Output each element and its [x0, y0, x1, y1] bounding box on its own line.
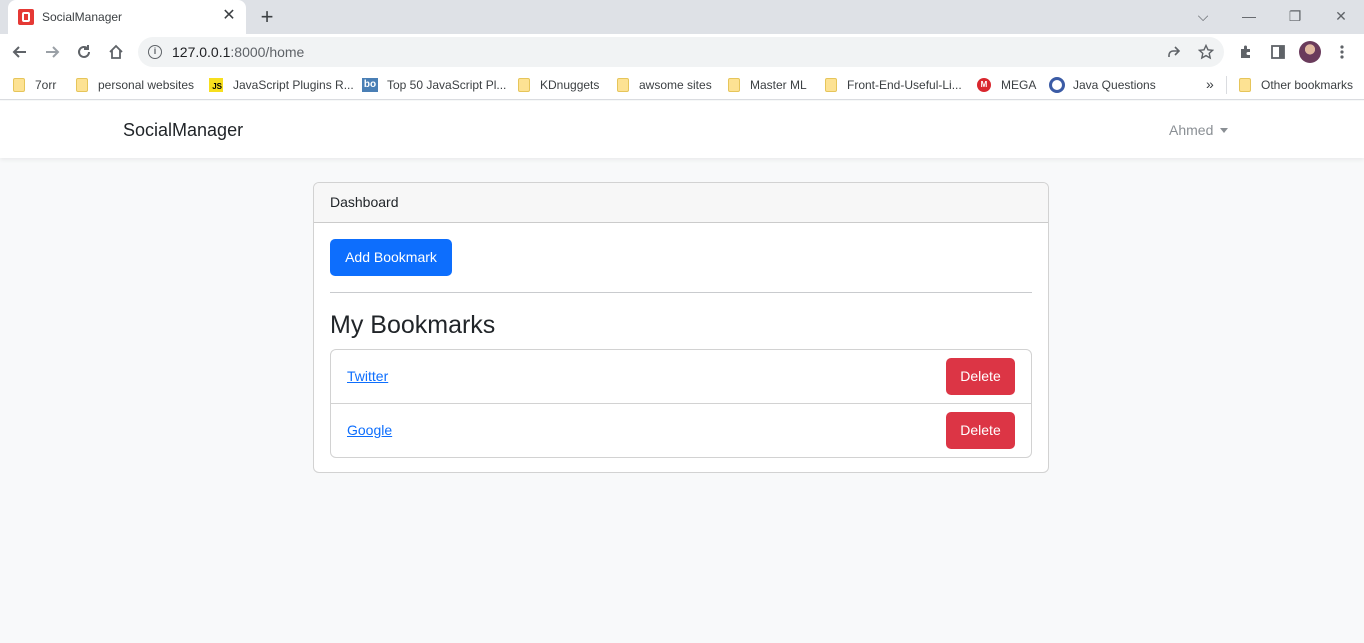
- extensions-icon[interactable]: [1232, 38, 1260, 66]
- bookmark-javascript-plugins[interactable]: JS JavaScript Plugins R...: [209, 77, 354, 93]
- site-favicon-icon: [18, 9, 34, 25]
- tab-title: SocialManager: [42, 10, 123, 24]
- home-icon[interactable]: [102, 38, 130, 66]
- bookmark-front-end-useful[interactable]: Front-End-Useful-Li...: [825, 77, 962, 93]
- back-arrow-icon[interactable]: [6, 38, 34, 66]
- js-icon: JS: [209, 78, 223, 92]
- bookmark-7orr[interactable]: 7orr: [13, 77, 56, 93]
- url-path: :8000/home: [230, 44, 305, 60]
- caret-down-icon: [1220, 127, 1229, 133]
- bookmark-label: KDnuggets: [540, 78, 600, 92]
- bookmark-label: Other bookmarks: [1261, 78, 1354, 92]
- folder-icon: [728, 78, 740, 92]
- url-text: 127.0.0.1:8000/home: [172, 44, 304, 60]
- close-tab-icon[interactable]: ✕: [220, 7, 238, 25]
- restore-button[interactable]: ❐: [1272, 5, 1318, 27]
- bookmark-list: Twitter Delete Google Delete: [330, 349, 1032, 458]
- bookmark-master-ml[interactable]: Master ML: [728, 77, 807, 93]
- close-window-button[interactable]: ✕: [1318, 5, 1364, 27]
- add-bookmark-button[interactable]: Add Bookmark: [330, 239, 452, 276]
- tab-strip: SocialManager ✕ + ⌵ — ❐ ✕: [0, 0, 1364, 34]
- folder-icon: [617, 78, 629, 92]
- bookmark-label: awsome sites: [639, 78, 712, 92]
- bookmarks-divider: [1226, 76, 1227, 94]
- divider: [330, 292, 1032, 293]
- bookmark-mega[interactable]: M MEGA: [977, 77, 1036, 93]
- profile-avatar[interactable]: [1299, 41, 1321, 63]
- bookmark-label: JavaScript Plugins R...: [233, 78, 354, 92]
- side-panel-icon[interactable]: [1264, 38, 1292, 66]
- bookmark-link-google[interactable]: Google: [347, 422, 392, 438]
- bookmark-label: Master ML: [750, 78, 807, 92]
- list-item: Google Delete: [331, 404, 1031, 457]
- folder-icon: [1239, 78, 1251, 92]
- bookmark-label: Top 50 JavaScript Pl...: [387, 78, 507, 92]
- delete-button[interactable]: Delete: [946, 358, 1015, 395]
- bookmark-label: MEGA: [1001, 78, 1037, 92]
- page-content: SocialManager Ahmed Dashboard Add Bookma…: [0, 101, 1364, 643]
- delete-button[interactable]: Delete: [946, 412, 1015, 449]
- user-name: Ahmed: [1169, 122, 1214, 138]
- bookmark-java-questions[interactable]: Java Questions: [1049, 77, 1156, 93]
- browser-toolbar: i 127.0.0.1:8000/home: [0, 34, 1364, 70]
- user-dropdown[interactable]: Ahmed: [1169, 122, 1229, 138]
- url-host: 127.0.0.1: [172, 44, 231, 60]
- forward-arrow-icon[interactable]: [38, 38, 66, 66]
- folder-icon: [825, 78, 837, 92]
- folder-icon: [76, 78, 88, 92]
- bookmark-label: 7orr: [35, 78, 57, 92]
- bookmark-label: Java Questions: [1073, 78, 1156, 92]
- navbar-brand[interactable]: SocialManager: [123, 120, 243, 141]
- menu-dots-icon[interactable]: [1328, 38, 1356, 66]
- mega-icon: M: [977, 78, 991, 92]
- bookmark-link-twitter[interactable]: Twitter: [347, 368, 388, 384]
- bookmark-label: personal websites: [98, 78, 195, 92]
- bookmarks-bar: 7orr personal websites JS JavaScript Plug…: [0, 70, 1364, 100]
- folder-icon: [518, 78, 530, 92]
- address-bar[interactable]: i 127.0.0.1:8000/home: [138, 37, 1224, 67]
- card-body: Add Bookmark My Bookmarks Twitter Delete…: [314, 223, 1048, 472]
- bookmark-awsome-sites[interactable]: awsome sites: [617, 77, 712, 93]
- bookmark-kdnuggets[interactable]: KDnuggets: [518, 77, 599, 93]
- browser-tab[interactable]: SocialManager ✕: [8, 0, 246, 34]
- more-bookmarks-chevron-icon[interactable]: »: [1206, 76, 1214, 92]
- new-tab-button[interactable]: +: [256, 6, 278, 28]
- bookmark-personal-websites[interactable]: personal websites: [76, 77, 194, 93]
- app-navbar: SocialManager Ahmed: [0, 101, 1364, 158]
- list-item: Twitter Delete: [331, 350, 1031, 404]
- minimize-button[interactable]: —: [1226, 5, 1272, 27]
- bookmark-top-50-javascript[interactable]: bo Top 50 JavaScript Pl...: [362, 77, 506, 93]
- bookmark-label: Front-End-Useful-Li...: [847, 78, 962, 92]
- bo-icon: bo: [362, 78, 378, 92]
- tab-search-icon[interactable]: ⌵: [1180, 5, 1226, 27]
- other-bookmarks[interactable]: Other bookmarks: [1239, 77, 1353, 93]
- site-info-icon[interactable]: i: [148, 45, 162, 59]
- card-header: Dashboard: [314, 183, 1048, 223]
- share-icon[interactable]: [1160, 38, 1188, 66]
- section-title: My Bookmarks: [330, 311, 496, 339]
- folder-icon: [13, 78, 25, 92]
- dashboard-card: Dashboard Add Bookmark My Bookmarks Twit…: [313, 182, 1049, 473]
- star-icon[interactable]: [1192, 38, 1220, 66]
- reload-icon[interactable]: [70, 38, 98, 66]
- q-icon: [1049, 77, 1065, 93]
